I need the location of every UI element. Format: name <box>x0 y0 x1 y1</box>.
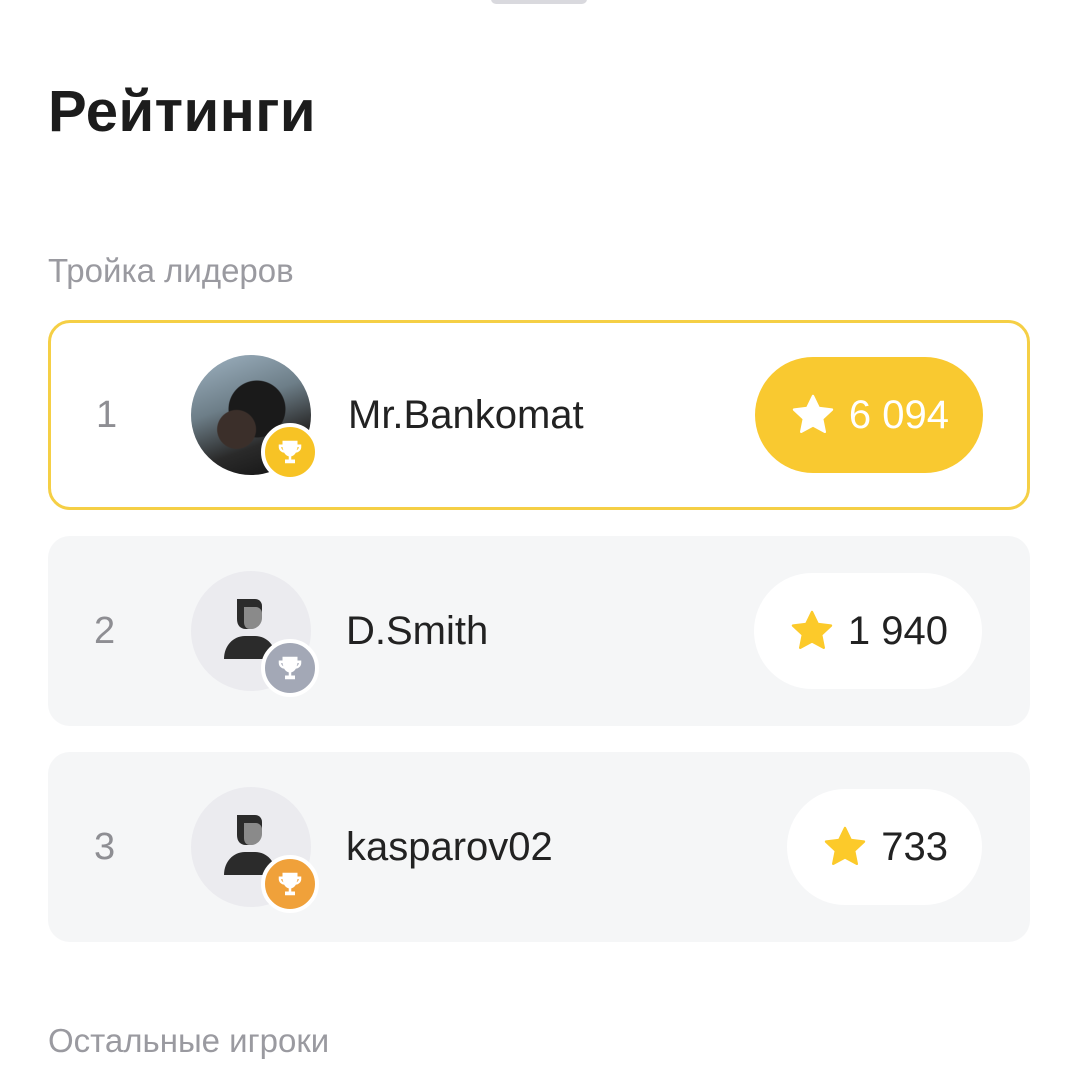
rank-number: 1 <box>96 393 118 436</box>
player-name: Mr.Bankomat <box>348 392 584 437</box>
star-icon <box>792 394 834 433</box>
score-value: 6 094 <box>848 392 949 437</box>
ratings-screen: Рейтинги Тройка лидеров 1 Mr.Bankomat 6 … <box>0 0 1078 1070</box>
other-players-section-label: Остальные игроки <box>48 1022 330 1059</box>
score-value: 1 940 <box>847 608 948 653</box>
leaderboard-row-3[interactable]: 3 kasparov02 733 <box>48 752 1030 942</box>
player-name: D.Smith <box>346 608 489 653</box>
score-badge: 733 <box>787 789 982 905</box>
score-badge: 6 094 <box>754 357 983 473</box>
rank-number: 2 <box>94 609 116 652</box>
leaderboard-row-1[interactable]: 1 Mr.Bankomat 6 094 <box>48 320 1030 510</box>
avatar <box>191 355 319 481</box>
avatar <box>191 787 319 913</box>
player-name: kasparov02 <box>346 824 553 869</box>
score-value: 733 <box>881 824 948 869</box>
score-badge: 1 940 <box>753 573 982 689</box>
star-icon <box>825 826 866 865</box>
silver-trophy-icon <box>261 639 319 697</box>
sheet-drag-handle[interactable] <box>491 0 587 4</box>
rank-number: 3 <box>94 825 116 868</box>
leaderboard-row-2[interactable]: 2 D.Smith 1 940 <box>48 536 1030 726</box>
page-title: Рейтинги <box>48 79 317 144</box>
top-three-section-label: Тройка лидеров <box>48 252 294 289</box>
star-icon <box>791 610 833 649</box>
bronze-trophy-icon <box>261 855 319 913</box>
avatar <box>191 571 319 697</box>
gold-trophy-icon <box>261 423 319 481</box>
